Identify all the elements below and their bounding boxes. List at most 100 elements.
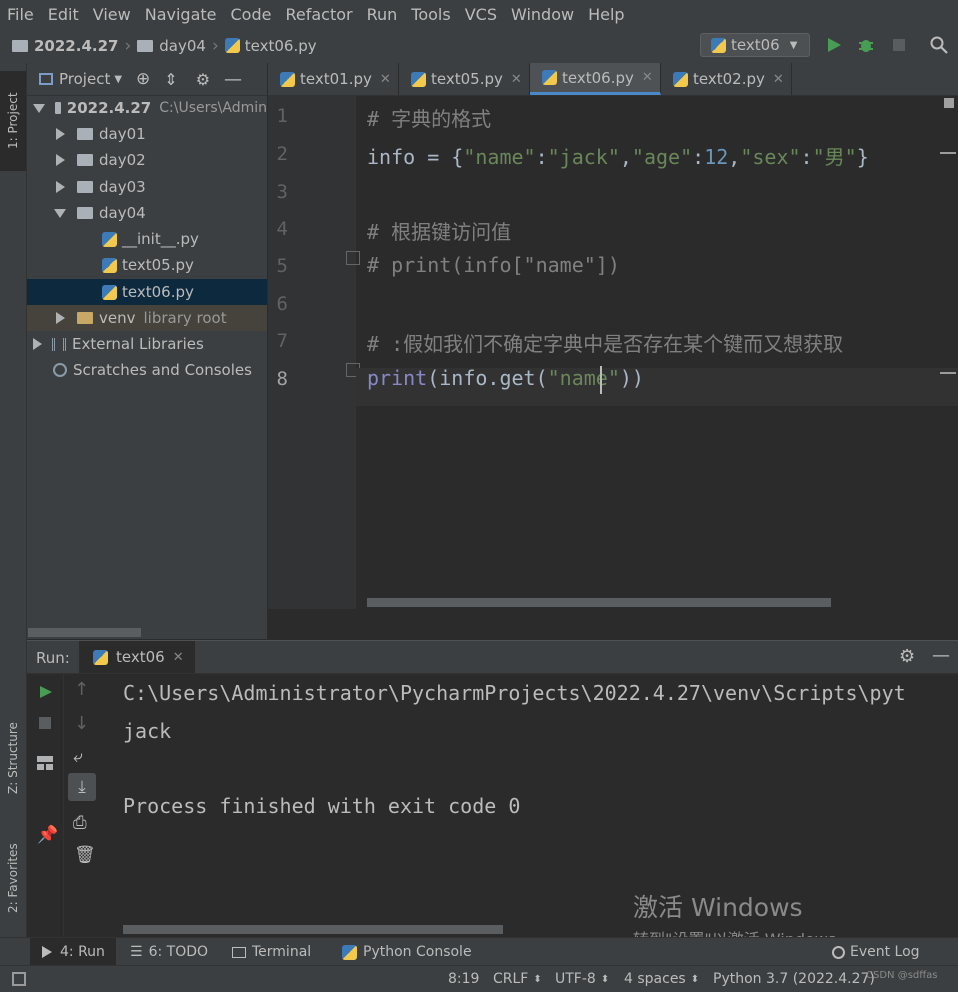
- tree-item-venv[interactable]: venv library root: [27, 305, 267, 331]
- code-area[interactable]: # 字典的格式 info = {"name":"jack","age":12,"…: [268, 95, 958, 609]
- expand-arrow-icon[interactable]: [56, 154, 65, 166]
- close-icon[interactable]: ✕: [642, 70, 653, 85]
- horizontal-scrollbar[interactable]: [123, 925, 503, 934]
- status-interpreter[interactable]: Python 3.7 (2022.4.27): [713, 966, 875, 992]
- scroll-to-end-icon[interactable]: ⤓: [68, 773, 96, 801]
- expand-arrow-icon[interactable]: [33, 338, 42, 350]
- tree-item-day02[interactable]: day02: [27, 147, 267, 173]
- code-token: )): [619, 366, 644, 390]
- menu-navigate[interactable]: Navigate: [138, 5, 224, 24]
- tree-item-text06-py[interactable]: text06.py: [27, 279, 267, 305]
- soft-wrap-icon[interactable]: ⤶: [73, 747, 83, 767]
- hide-panel-icon[interactable]: —: [224, 69, 242, 90]
- tool-tab-label: 4: Run: [60, 944, 105, 960]
- run-configuration-select[interactable]: text06 ▼: [700, 33, 810, 57]
- tree-item-scratches[interactable]: Scratches and Consoles: [27, 357, 267, 383]
- print-icon[interactable]: ⎙: [73, 813, 87, 833]
- close-icon[interactable]: ✕: [773, 72, 784, 87]
- status-line-separator[interactable]: CRLF ⬍: [493, 966, 542, 992]
- menu-code[interactable]: Code: [224, 5, 279, 24]
- tree-item-text05-py[interactable]: text05.py: [27, 252, 267, 278]
- editor-tab-text06[interactable]: text06.py ✕: [530, 63, 661, 95]
- run-tab-text06[interactable]: text06 ✕: [79, 641, 195, 673]
- horizontal-scrollbar[interactable]: [28, 628, 141, 637]
- status-encoding[interactable]: UTF-8 ⬍: [555, 966, 609, 992]
- scratches-icon: [53, 363, 67, 377]
- python-icon: [711, 37, 726, 53]
- tree-root[interactable]: 2022.4.27 C:\Users\Admin: [27, 95, 267, 121]
- chevron-down-icon[interactable]: ▼: [114, 74, 122, 85]
- collapse-all-icon[interactable]: ⇕: [164, 70, 177, 89]
- folder-icon: [77, 207, 93, 219]
- inspection-indicator-icon[interactable]: [944, 98, 954, 108]
- expand-arrow-icon[interactable]: [56, 312, 65, 324]
- run-icon[interactable]: [826, 37, 842, 53]
- stop-icon[interactable]: [39, 717, 51, 729]
- menu-edit[interactable]: Edit: [41, 5, 86, 24]
- tree-item-label: External Libraries: [72, 335, 204, 353]
- arrow-down-icon[interactable]: ↓: [74, 713, 89, 734]
- gear-icon[interactable]: ⚙: [899, 646, 915, 667]
- tool-tab-project[interactable]: 1: Project: [0, 71, 26, 171]
- library-icon: [52, 337, 66, 351]
- menu-help[interactable]: Help: [581, 5, 631, 24]
- tree-item-label: __init__.py: [122, 230, 199, 248]
- pin-icon[interactable]: 📌: [37, 825, 58, 845]
- error-stripe-mark[interactable]: [940, 152, 956, 154]
- search-icon[interactable]: [930, 36, 948, 54]
- expand-arrow-icon[interactable]: [56, 181, 65, 193]
- tree-root-name: 2022.4.27: [66, 99, 152, 117]
- breadcrumb-file[interactable]: text06.py: [245, 37, 317, 55]
- error-stripe-mark[interactable]: [940, 372, 956, 374]
- expand-arrow-icon[interactable]: [54, 208, 66, 218]
- trash-icon[interactable]: 🗑: [74, 845, 96, 865]
- restore-layout-icon[interactable]: [37, 756, 53, 770]
- editor-tab-text05[interactable]: text05.py ✕: [399, 63, 530, 95]
- project-view-select[interactable]: Project: [59, 70, 110, 88]
- code-token: "sex": [740, 145, 801, 169]
- menu-refactor[interactable]: Refactor: [278, 5, 359, 24]
- tree-item-day01[interactable]: day01: [27, 121, 267, 147]
- menu-view[interactable]: View: [86, 5, 138, 24]
- breadcrumb-project[interactable]: 2022.4.27: [34, 37, 118, 55]
- menu-run[interactable]: Run: [360, 5, 405, 24]
- chevron-updown-icon: ⬍: [533, 973, 542, 985]
- hide-panel-icon[interactable]: —: [932, 645, 950, 666]
- tool-tab-python-console[interactable]: Python Console: [342, 938, 472, 966]
- tool-tab-structure[interactable]: Z: Structure: [0, 693, 26, 823]
- tree-item-init-py[interactable]: __init__.py: [27, 226, 267, 252]
- locate-icon[interactable]: ⊕: [136, 69, 150, 89]
- expand-arrow-icon[interactable]: [56, 128, 65, 140]
- arrow-up-icon[interactable]: ↑: [74, 679, 89, 700]
- tree-item-external-libraries[interactable]: External Libraries: [27, 331, 267, 357]
- horizontal-scrollbar[interactable]: [367, 598, 831, 607]
- close-icon[interactable]: ✕: [511, 72, 522, 87]
- toggle-tool-windows-icon[interactable]: [12, 966, 26, 992]
- close-icon[interactable]: ✕: [173, 650, 184, 665]
- debug-icon[interactable]: [857, 36, 875, 54]
- tree-item-day03[interactable]: day03: [27, 174, 267, 200]
- close-icon[interactable]: ✕: [380, 72, 391, 87]
- rerun-icon[interactable]: [39, 685, 53, 699]
- menu-file[interactable]: File: [0, 5, 41, 24]
- tool-tab-favorites[interactable]: 2: Favorites: [0, 828, 26, 928]
- menu-vcs[interactable]: VCS: [458, 5, 504, 24]
- status-indent[interactable]: 4 spaces ⬍: [624, 966, 699, 992]
- expand-arrow-icon[interactable]: [33, 103, 45, 113]
- navigation-bar: 2022.4.27 › day04 › text06.py: [0, 28, 958, 64]
- breadcrumb-folder[interactable]: day04: [159, 37, 206, 55]
- editor-tab-text02[interactable]: text02.py ✕: [661, 63, 792, 95]
- editor-tab-text01[interactable]: text01.py ✕: [268, 63, 399, 95]
- tool-tab-terminal[interactable]: Terminal: [232, 938, 311, 966]
- gear-icon[interactable]: ⚙: [196, 70, 210, 89]
- menu-tools[interactable]: Tools: [404, 5, 457, 24]
- tree-item-day04[interactable]: day04: [27, 200, 267, 226]
- editor-pane: text01.py ✕ text05.py ✕ text06.py ✕ text02.…: [268, 63, 958, 639]
- tool-tab-todo[interactable]: ☰ 6: TODO: [130, 938, 208, 966]
- code-line-1: # 字典的格式: [367, 107, 492, 131]
- status-caret-position[interactable]: 8:19: [448, 966, 479, 992]
- menu-window[interactable]: Window: [504, 5, 581, 24]
- folder-icon: [77, 128, 93, 140]
- tool-tab-run[interactable]: 4: Run: [30, 938, 116, 966]
- stop-icon[interactable]: [893, 39, 905, 51]
